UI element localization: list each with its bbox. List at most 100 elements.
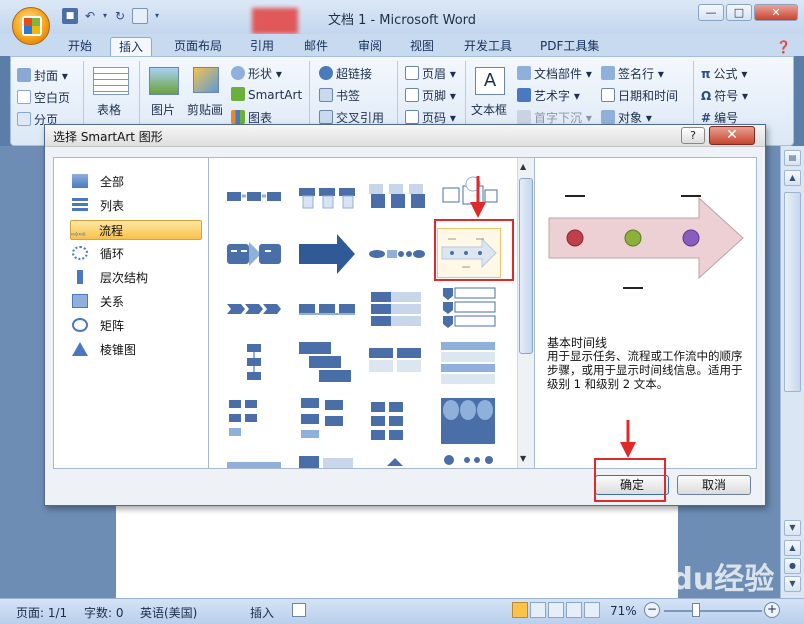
language-indicator[interactable]: 英语(美国) (140, 604, 197, 621)
outline-icon[interactable] (566, 602, 582, 618)
ruler-toggle-icon[interactable]: ▤ (784, 150, 801, 166)
macro-record-icon[interactable] (292, 603, 306, 617)
tab-pdf-tools[interactable]: PDF工具集 (532, 37, 607, 56)
signature-line-button[interactable]: 签名行 ▾ (601, 65, 664, 82)
layout-process-grid[interactable] (365, 340, 429, 390)
zoom-slider-thumb[interactable] (692, 603, 700, 617)
word-count[interactable]: 字数: 0 (84, 604, 124, 621)
cover-page-button[interactable]: 封面 ▾ (17, 67, 68, 84)
window-close-button[interactable]: ✕ (754, 4, 798, 21)
tab-view[interactable]: 视图 (402, 37, 442, 56)
zoom-in-icon[interactable]: + (764, 602, 780, 618)
undo-icon[interactable]: ↶ (82, 8, 98, 24)
layout-circle-arrow-process[interactable] (365, 228, 429, 278)
browse-object-icon[interactable]: ● (784, 558, 801, 574)
insert-mode[interactable]: 插入 (250, 604, 274, 621)
page-count[interactable]: 页面: 1/1 (16, 604, 67, 621)
category-matrix[interactable]: 矩阵 (72, 316, 204, 336)
quick-parts-button[interactable]: 文档部件 ▾ (517, 65, 592, 82)
tab-insert[interactable]: 插入 (110, 37, 153, 56)
ribbon-tab-bar: 开始 插入 页面布局 引用 邮件 审阅 视图 开发工具 PDF工具集 ❓ (0, 34, 804, 56)
header-button[interactable]: 页眉 ▾ (405, 65, 456, 82)
dialog-help-button[interactable]: ? (681, 127, 705, 144)
tab-review[interactable]: 审阅 (350, 37, 390, 56)
smartart-button[interactable]: SmartArt (231, 87, 302, 102)
layout-accent-process[interactable] (295, 172, 359, 222)
picture-button[interactable]: 图片 (151, 101, 175, 118)
gallery-scroll-down-icon[interactable]: ▼ (520, 454, 526, 463)
footer-button[interactable]: 页脚 ▾ (405, 87, 456, 104)
layout-staggered-process[interactable] (295, 396, 359, 446)
layout-chevron-arrow[interactable] (223, 228, 287, 278)
layout-partial-3[interactable] (365, 452, 429, 468)
save-icon[interactable]: ■ (62, 8, 78, 24)
layout-circle-process[interactable] (437, 396, 501, 446)
redo-icon[interactable]: ↻ (112, 8, 128, 24)
zoom-level[interactable]: 71% (610, 604, 637, 618)
full-screen-reading-icon[interactable] (530, 602, 546, 618)
print-preview-icon[interactable] (132, 8, 148, 24)
layout-basic-process[interactable] (223, 172, 287, 222)
tab-page-layout[interactable]: 页面布局 (166, 37, 230, 56)
layout-chevron-process[interactable] (223, 284, 287, 334)
category-hierarchy[interactable]: 层次结构 (72, 268, 204, 288)
datetime-button[interactable]: 日期和时间 (601, 87, 678, 104)
tab-mailings[interactable]: 邮件 (296, 37, 336, 56)
tab-developer[interactable]: 开发工具 (456, 37, 520, 56)
cancel-button[interactable]: 取消 (677, 475, 751, 495)
draft-icon[interactable] (584, 602, 600, 618)
layout-step-down-process[interactable] (295, 340, 359, 390)
maximize-button[interactable]: □ (726, 4, 752, 21)
wordart-button[interactable]: 艺术字 ▾ (517, 87, 580, 104)
print-layout-icon[interactable] (512, 602, 528, 618)
layout-equation-process[interactable] (365, 396, 429, 446)
scroll-up-icon[interactable]: ▲ (784, 170, 801, 186)
layout-big-arrow[interactable] (295, 228, 359, 278)
shapes-button[interactable]: 形状 ▾ (231, 65, 282, 82)
office-button[interactable] (12, 7, 50, 45)
textbox-button[interactable]: 文本框 (471, 101, 507, 118)
prev-page-icon[interactable]: ▲ (784, 540, 801, 556)
layout-partial-1[interactable] (223, 452, 287, 468)
zoom-out-icon[interactable]: − (644, 602, 660, 618)
hyperlink-button[interactable]: 超链接 (319, 65, 372, 82)
gallery-scroll-up-icon[interactable]: ▲ (520, 162, 526, 171)
blank-page-button[interactable]: 空白页 (17, 89, 70, 106)
customize-qat-icon[interactable]: ▾ (152, 8, 162, 24)
all-icon (72, 174, 88, 188)
category-cycle[interactable]: 循环 (72, 244, 204, 264)
category-list-item[interactable]: 列表 (72, 196, 204, 216)
layout-partial-2[interactable] (295, 452, 359, 468)
category-pyramid[interactable]: 棱锥图 (72, 340, 204, 360)
next-page-icon[interactable]: ▼ (784, 576, 801, 592)
layout-vertical-chevron[interactable] (365, 284, 429, 334)
bookmark-button[interactable]: 书签 (319, 87, 360, 104)
layout-partial-4[interactable] (437, 452, 501, 468)
minimize-button[interactable]: — (698, 4, 724, 21)
layout-vertical-process[interactable] (223, 340, 287, 390)
layout-vertical-arrow-list[interactable] (437, 340, 501, 390)
category-relationship[interactable]: 关系 (72, 292, 204, 312)
gallery-scroll-thumb[interactable] (519, 178, 533, 354)
web-layout-icon[interactable] (548, 602, 564, 618)
scroll-down-icon[interactable]: ▼ (784, 520, 801, 536)
layout-alternating-flow[interactable] (365, 172, 429, 222)
equation-button[interactable]: π 公式 ▾ (701, 65, 747, 82)
category-all[interactable]: 全部 (72, 172, 204, 192)
table-button[interactable]: 表格 (97, 101, 121, 118)
symbol-button[interactable]: Ω 符号 ▾ (701, 87, 748, 104)
category-process[interactable]: ⇨⇨ 流程 (70, 220, 202, 240)
scroll-thumb[interactable] (784, 192, 801, 392)
dialog-close-button[interactable]: ✕ (709, 126, 755, 145)
clipart-button[interactable]: 剪贴画 (187, 101, 223, 118)
help-icon[interactable]: ❓ (776, 40, 791, 54)
layout-vertical-chevron-list[interactable] (437, 284, 501, 334)
layout-segmented-process[interactable] (223, 396, 287, 446)
gallery-scrollbar[interactable]: ▲ ▼ (517, 158, 534, 468)
tab-home[interactable]: 开始 (60, 37, 100, 56)
layout-hexagon-process[interactable] (295, 284, 359, 334)
dropdown-icon[interactable]: ▾ (102, 8, 108, 24)
tab-references[interactable]: 引用 (242, 37, 282, 56)
vertical-scrollbar[interactable]: ▤ ▲ ▼ ▲ ● ▼ (780, 146, 804, 598)
zoom-slider-track[interactable] (664, 610, 762, 612)
